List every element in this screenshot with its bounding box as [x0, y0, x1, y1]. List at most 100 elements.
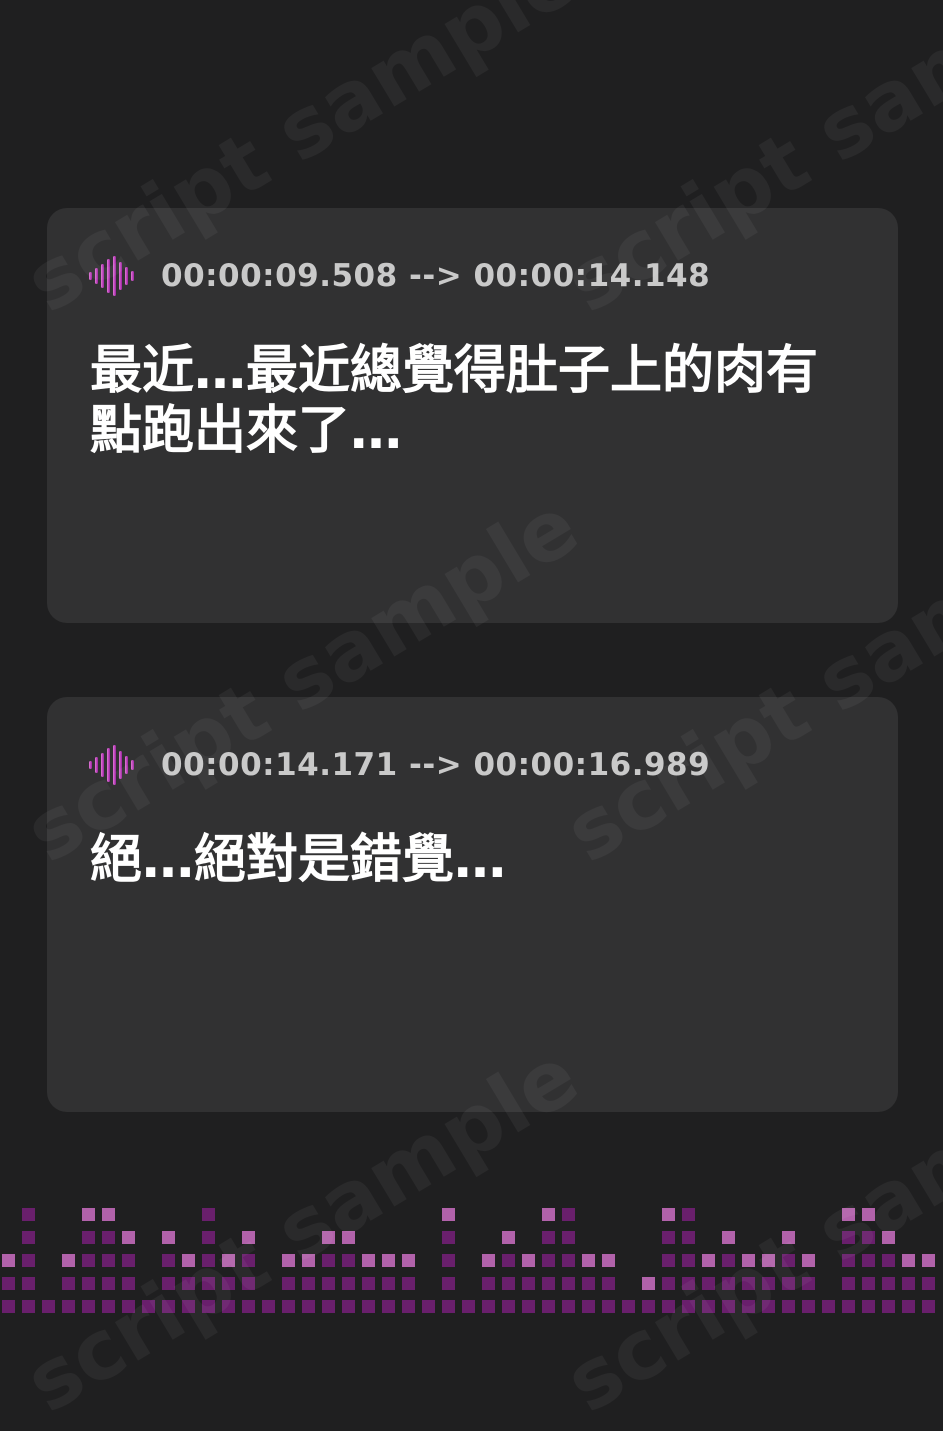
equalizer-block: [822, 1300, 835, 1313]
equalizer-block: [202, 1300, 215, 1313]
equalizer-block: [802, 1300, 815, 1313]
equalizer-block: [182, 1300, 195, 1313]
equalizer-block: [302, 1300, 315, 1313]
equalizer-block: [122, 1300, 135, 1313]
equalizer-block: [2, 1277, 15, 1290]
equalizer-block: [502, 1231, 515, 1244]
equalizer-block: [562, 1208, 575, 1221]
equalizer-block: [422, 1300, 435, 1313]
equalizer-block: [702, 1254, 715, 1267]
equalizer-block: [282, 1254, 295, 1267]
equalizer-block: [22, 1277, 35, 1290]
cue-time-row: 00:00:14.171 --> 00:00:16.989: [89, 745, 710, 785]
cue-timestamp: 00:00:09.508 --> 00:00:14.148: [161, 258, 711, 294]
equalizer-block: [42, 1300, 55, 1313]
equalizer-block: [742, 1254, 755, 1267]
equalizer-block: [862, 1277, 875, 1290]
equalizer-block: [862, 1231, 875, 1244]
equalizer-decoration: [2, 1208, 935, 1313]
equalizer-block: [22, 1208, 35, 1221]
equalizer-block: [382, 1300, 395, 1313]
equalizer-block: [922, 1300, 935, 1313]
equalizer-block: [82, 1231, 95, 1244]
equalizer-block: [682, 1254, 695, 1267]
equalizer-block: [502, 1277, 515, 1290]
equalizer-block: [562, 1300, 575, 1313]
equalizer-block: [802, 1277, 815, 1290]
equalizer-block: [782, 1277, 795, 1290]
equalizer-block: [542, 1300, 555, 1313]
equalizer-block: [522, 1254, 535, 1267]
equalizer-block: [682, 1231, 695, 1244]
equalizer-block: [402, 1300, 415, 1313]
equalizer-block: [442, 1208, 455, 1221]
cue-timestamp: 00:00:14.171 --> 00:00:16.989: [161, 747, 711, 783]
equalizer-block: [882, 1231, 895, 1244]
equalizer-block: [862, 1208, 875, 1221]
equalizer-block: [882, 1300, 895, 1313]
equalizer-block: [242, 1277, 255, 1290]
equalizer-block: [802, 1254, 815, 1267]
equalizer-block: [282, 1300, 295, 1313]
equalizer-block: [442, 1231, 455, 1244]
equalizer-block: [122, 1231, 135, 1244]
equalizer-block: [902, 1277, 915, 1290]
equalizer-block: [782, 1300, 795, 1313]
equalizer-block: [562, 1254, 575, 1267]
equalizer-block: [662, 1208, 675, 1221]
equalizer-block: [22, 1231, 35, 1244]
equalizer-block: [542, 1208, 555, 1221]
equalizer-block: [282, 1277, 295, 1290]
equalizer-block: [582, 1300, 595, 1313]
equalizer-block: [182, 1277, 195, 1290]
equalizer-block: [762, 1277, 775, 1290]
equalizer-block: [542, 1277, 555, 1290]
equalizer-block: [302, 1277, 315, 1290]
equalizer-block: [662, 1300, 675, 1313]
equalizer-block: [222, 1277, 235, 1290]
equalizer-block: [442, 1300, 455, 1313]
equalizer-block: [382, 1277, 395, 1290]
cue-subtitle-text: 最近…最近總覺得肚子上的肉有點跑出來了…: [90, 341, 819, 461]
equalizer-block: [702, 1300, 715, 1313]
equalizer-block: [82, 1254, 95, 1267]
equalizer-block: [202, 1208, 215, 1221]
equalizer-block: [402, 1277, 415, 1290]
equalizer-block: [342, 1254, 355, 1267]
equalizer-block: [902, 1300, 915, 1313]
equalizer-block: [102, 1300, 115, 1313]
equalizer-block: [642, 1277, 655, 1290]
equalizer-block: [722, 1300, 735, 1313]
equalizer-block: [642, 1300, 655, 1313]
subtitle-cue-card: 00:00:09.508 --> 00:00:14.148 最近…最近總覺得肚子…: [47, 208, 898, 623]
equalizer-block: [722, 1231, 735, 1244]
equalizer-block: [82, 1208, 95, 1221]
equalizer-block: [2, 1300, 15, 1313]
equalizer-block: [722, 1277, 735, 1290]
equalizer-block: [742, 1277, 755, 1290]
equalizer-block: [182, 1254, 195, 1267]
equalizer-block: [82, 1300, 95, 1313]
equalizer-block: [482, 1300, 495, 1313]
equalizer-block: [362, 1254, 375, 1267]
equalizer-block: [662, 1231, 675, 1244]
equalizer-block: [402, 1254, 415, 1267]
equalizer-block: [842, 1254, 855, 1267]
equalizer-block: [62, 1300, 75, 1313]
equalizer-block: [102, 1231, 115, 1244]
equalizer-block: [682, 1277, 695, 1290]
equalizer-block: [582, 1254, 595, 1267]
equalizer-block: [122, 1254, 135, 1267]
equalizer-block: [202, 1277, 215, 1290]
equalizer-block: [442, 1277, 455, 1290]
equalizer-block: [842, 1277, 855, 1290]
equalizer-block: [842, 1231, 855, 1244]
equalizer-block: [382, 1254, 395, 1267]
audio-waveform-icon: [89, 256, 134, 296]
equalizer-block: [362, 1277, 375, 1290]
equalizer-block: [22, 1254, 35, 1267]
equalizer-block: [122, 1277, 135, 1290]
equalizer-block: [842, 1208, 855, 1221]
equalizer-block: [102, 1254, 115, 1267]
equalizer-block: [862, 1254, 875, 1267]
